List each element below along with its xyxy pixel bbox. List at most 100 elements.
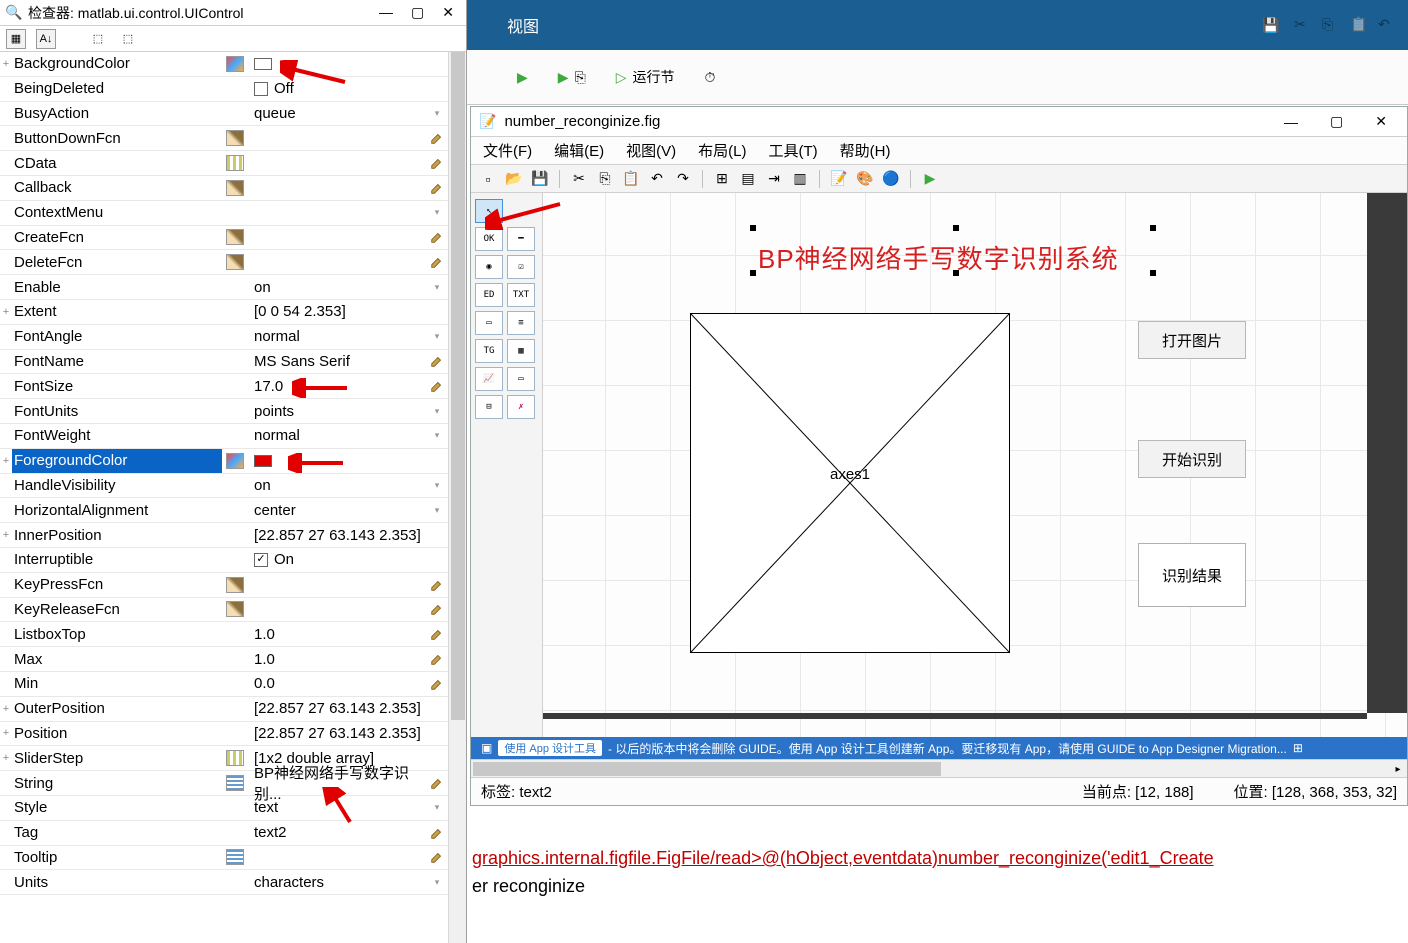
- property-row-FontUnits[interactable]: FontUnitspoints▾: [0, 399, 448, 424]
- property-row-Max[interactable]: Max1.0: [0, 647, 448, 672]
- guide-maximize-button[interactable]: ▢: [1318, 113, 1355, 130]
- edit-tool[interactable]: ED: [475, 283, 503, 307]
- expand-icon[interactable]: [0, 424, 12, 448]
- run-section-button[interactable]: ▷运行节: [616, 67, 675, 87]
- property-row-BackgroundColor[interactable]: +BackgroundColor: [0, 52, 448, 77]
- expand-icon[interactable]: [0, 548, 12, 572]
- radio-tool[interactable]: ◉: [475, 255, 503, 279]
- expand-icon[interactable]: [0, 151, 12, 175]
- popup-tool[interactable]: ▭: [475, 311, 503, 335]
- property-action-icon[interactable]: ▾: [426, 498, 448, 522]
- property-row-FontAngle[interactable]: FontAnglenormal▾: [0, 325, 448, 350]
- start-recognize-button[interactable]: 开始识别: [1138, 440, 1246, 478]
- property-action-icon[interactable]: [426, 647, 448, 671]
- inspector-titlebar[interactable]: 🔍 检查器: matlab.ui.control.UIControl — ▢ ✕: [0, 0, 466, 26]
- cut-icon[interactable]: ✂: [1294, 16, 1312, 34]
- property-action-icon[interactable]: [426, 449, 448, 473]
- expand-icon[interactable]: [0, 474, 12, 498]
- expand-icon[interactable]: [0, 672, 12, 696]
- property-action-icon[interactable]: [426, 672, 448, 696]
- property-action-icon[interactable]: [426, 598, 448, 622]
- property-editor-icon[interactable]: [222, 176, 248, 200]
- copy-icon[interactable]: ⎘: [1322, 16, 1340, 34]
- banner-link[interactable]: 使用 App 设计工具: [498, 740, 602, 756]
- toolbar-editor-icon[interactable]: ▥: [789, 169, 811, 189]
- property-value[interactable]: [248, 226, 426, 250]
- save-icon[interactable]: 💾: [1258, 12, 1284, 38]
- buttongroup-tool[interactable]: ⊟: [475, 395, 503, 419]
- close-button[interactable]: ✕: [442, 4, 454, 21]
- expand-icon[interactable]: [0, 374, 12, 398]
- property-row-ForegroundColor[interactable]: +ForegroundColor: [0, 449, 448, 474]
- expand-icon[interactable]: [0, 771, 12, 795]
- axes-tool[interactable]: 📈: [475, 367, 503, 391]
- property-editor-icon[interactable]: [222, 102, 248, 126]
- property-editor-icon[interactable]: [222, 573, 248, 597]
- property-action-icon[interactable]: [426, 846, 448, 870]
- expand-icon[interactable]: [0, 870, 12, 894]
- text-tool[interactable]: TXT: [507, 283, 535, 307]
- property-row-DeleteFcn[interactable]: DeleteFcn: [0, 250, 448, 275]
- tab-order-icon[interactable]: ⇥: [763, 169, 785, 189]
- property-value[interactable]: queue: [248, 102, 426, 126]
- property-value[interactable]: points: [248, 399, 426, 423]
- property-editor-icon[interactable]: [222, 226, 248, 250]
- property-editor-icon[interactable]: [222, 523, 248, 547]
- property-editor-icon[interactable]: [222, 796, 248, 820]
- property-action-icon[interactable]: [426, 821, 448, 845]
- property-row-ButtonDownFcn[interactable]: ButtonDownFcn: [0, 126, 448, 151]
- save-guide-icon[interactable]: 💾: [529, 169, 551, 189]
- property-action-icon[interactable]: ▾: [426, 325, 448, 349]
- property-editor-icon[interactable]: [222, 350, 248, 374]
- property-row-Tooltip[interactable]: Tooltip: [0, 846, 448, 871]
- property-row-BeingDeleted[interactable]: BeingDeletedOff: [0, 77, 448, 102]
- property-value[interactable]: on: [248, 474, 426, 498]
- property-value[interactable]: 0.0: [248, 672, 426, 696]
- property-value[interactable]: [248, 846, 426, 870]
- property-row-String[interactable]: StringBP神经网络手写数字识别...: [0, 771, 448, 796]
- property-icon[interactable]: 🎨: [854, 169, 876, 189]
- guide-minimize-button[interactable]: —: [1272, 114, 1310, 130]
- guide-hscrollbar[interactable]: ◂ ▸: [471, 759, 1407, 777]
- property-action-icon[interactable]: [426, 374, 448, 398]
- property-editor-icon[interactable]: [222, 151, 248, 175]
- axes1[interactable]: axes1: [690, 313, 1010, 653]
- migration-banner[interactable]: ▣ 使用 App 设计工具 - 以后的版本中将会删除 GUIDE。使用 App …: [471, 737, 1407, 759]
- property-value[interactable]: [248, 201, 426, 225]
- selection-handles[interactable]: [753, 228, 1153, 273]
- property-action-icon[interactable]: [426, 77, 448, 101]
- property-action-icon[interactable]: [426, 151, 448, 175]
- property-action-icon[interactable]: [426, 126, 448, 150]
- inspector-scrollbar[interactable]: [448, 52, 466, 943]
- new-icon[interactable]: ▫: [477, 169, 499, 189]
- property-editor-icon[interactable]: [222, 77, 248, 101]
- open-icon[interactable]: 📂: [503, 169, 525, 189]
- redo-guide-icon[interactable]: ↷: [672, 169, 694, 189]
- expand-icon[interactable]: [0, 275, 12, 299]
- property-value[interactable]: on: [248, 275, 426, 299]
- property-editor-icon[interactable]: [222, 548, 248, 572]
- property-action-icon[interactable]: [426, 746, 448, 770]
- property-editor-icon[interactable]: [222, 821, 248, 845]
- property-editor-icon[interactable]: [222, 250, 248, 274]
- property-value[interactable]: normal: [248, 325, 426, 349]
- property-value[interactable]: [0 0 54 2.353]: [248, 300, 426, 324]
- property-editor-icon[interactable]: [222, 399, 248, 423]
- property-value[interactable]: [22.857 27 63.143 2.353]: [248, 523, 426, 547]
- open-image-button[interactable]: 打开图片: [1138, 321, 1246, 359]
- paste-guide-icon[interactable]: 📋: [620, 169, 642, 189]
- expand-icon[interactable]: +: [0, 722, 12, 746]
- property-row-Position[interactable]: +Position[22.857 27 63.143 2.353]: [0, 722, 448, 747]
- result-panel[interactable]: 识别结果: [1138, 543, 1246, 607]
- menu-item[interactable]: 视图(V): [626, 140, 676, 161]
- expand-icon[interactable]: [0, 846, 12, 870]
- property-editor-icon[interactable]: [222, 846, 248, 870]
- expand-icon[interactable]: [0, 250, 12, 274]
- property-editor-icon[interactable]: [222, 746, 248, 770]
- expand-icon[interactable]: +: [0, 523, 12, 547]
- property-editor-icon[interactable]: [222, 449, 248, 473]
- property-row-Interruptible[interactable]: Interruptible✓On: [0, 548, 448, 573]
- expand-icon[interactable]: [0, 350, 12, 374]
- object-browser-icon[interactable]: 🔵: [880, 169, 902, 189]
- menu-item[interactable]: 文件(F): [483, 140, 532, 161]
